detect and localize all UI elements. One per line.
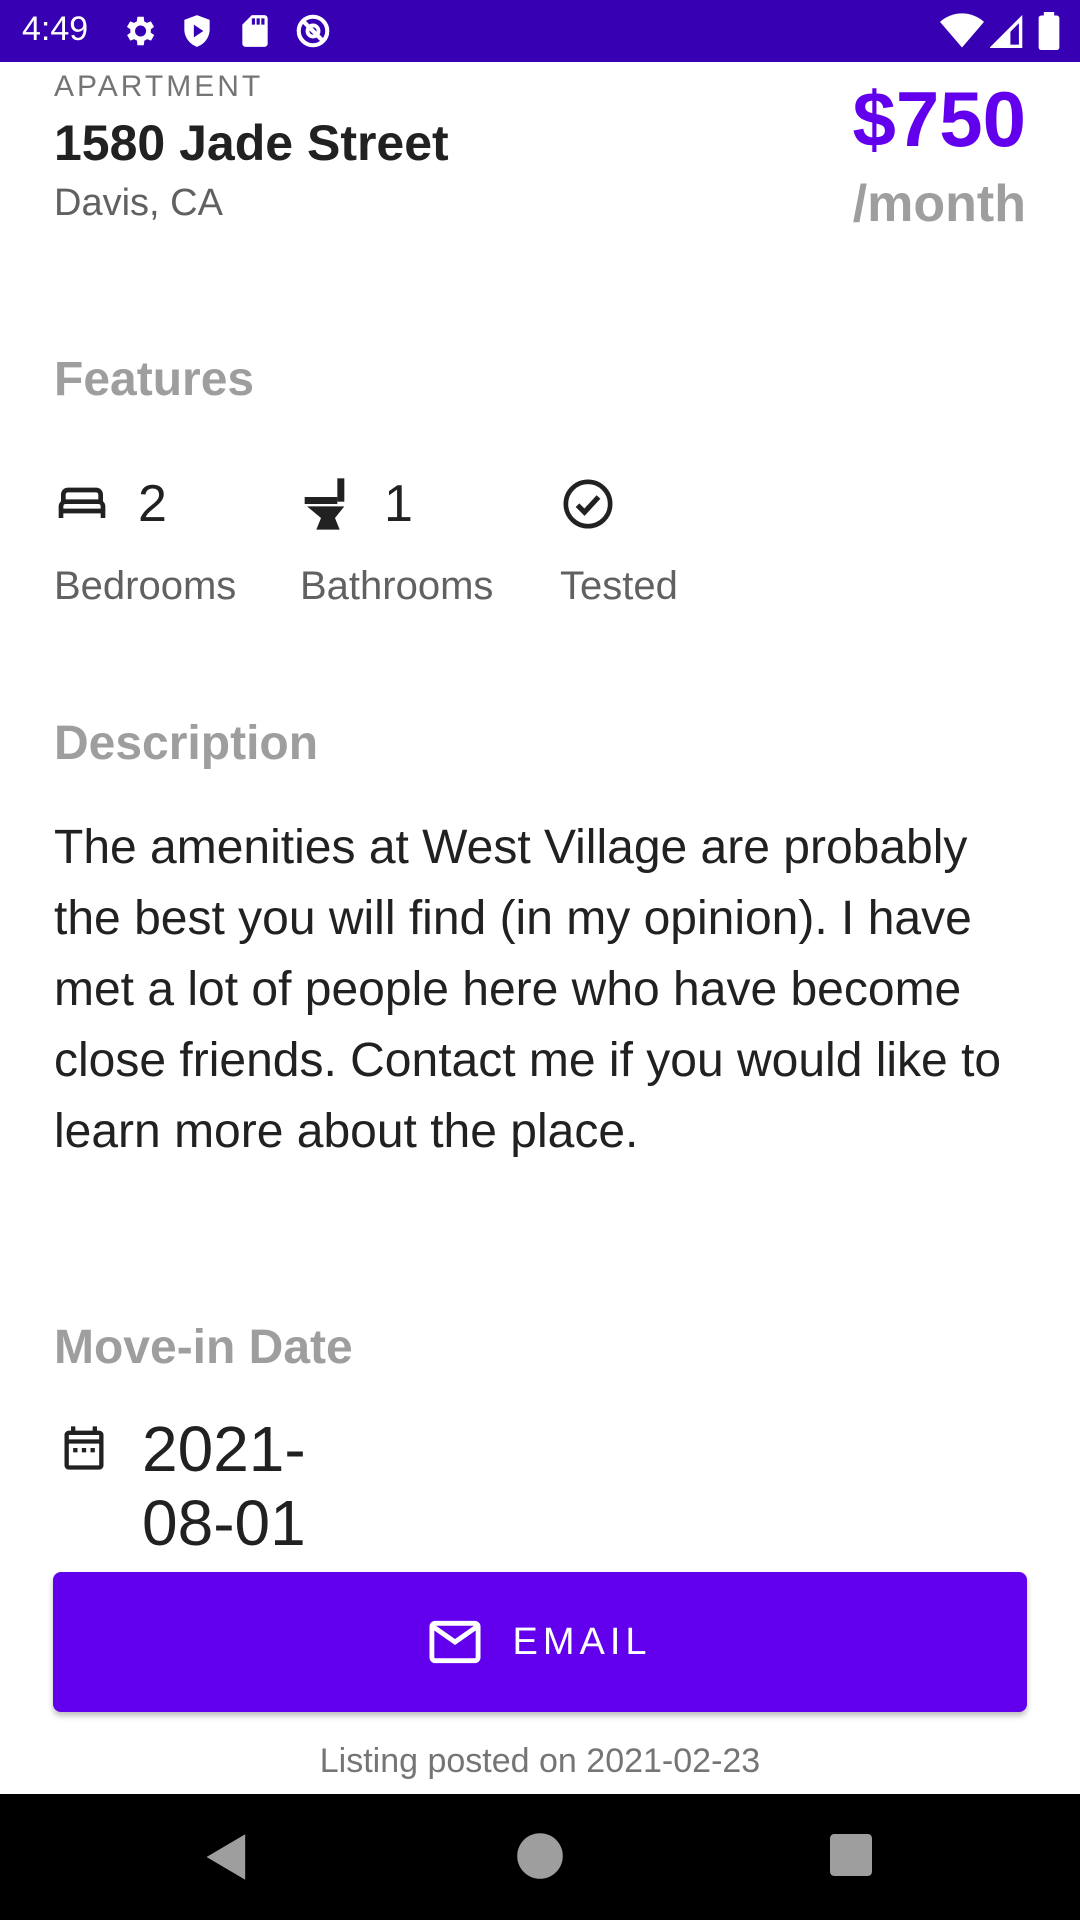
listing-city: Davis, CA	[54, 182, 223, 224]
mail-icon	[429, 1620, 481, 1664]
email-button[interactable]: EMAIL	[53, 1572, 1027, 1712]
status-time: 4:49	[22, 10, 89, 48]
features-title: Features	[54, 353, 255, 406]
bed-icon	[58, 487, 106, 518]
description-text: The amenities at West Village are probab…	[54, 821, 1002, 1158]
listing-details: APARTMENT 1580 Jade Street Davis, CA $75…	[0, 62, 1080, 1794]
tested-label: Tested	[560, 564, 678, 608]
bedrooms-label: Bedrooms	[54, 564, 237, 608]
listing-address: 1580 Jade Street	[54, 115, 449, 171]
description-title: Description	[54, 717, 319, 770]
bathrooms-label: Bathrooms	[300, 564, 494, 608]
shield-play-icon	[184, 15, 210, 47]
price-period: /month	[852, 175, 1026, 233]
bathrooms-count: 1	[384, 475, 413, 533]
check-circle-icon	[563, 479, 613, 529]
move-in-title: Move-in Date	[54, 1321, 353, 1374]
status-bar: 4:49	[0, 0, 1080, 62]
home-icon[interactable]	[516, 1832, 564, 1880]
at-sign-icon	[296, 14, 330, 48]
email-button-label: EMAIL	[512, 1620, 652, 1663]
recents-icon[interactable]	[830, 1834, 872, 1876]
toilet-icon	[304, 478, 345, 530]
battery-icon	[1038, 12, 1060, 50]
move-in-date: 2021-08-01	[142, 1413, 306, 1559]
sd-card-icon	[242, 15, 268, 47]
signal-icon	[990, 14, 1023, 48]
settings-icon	[126, 16, 155, 46]
navigation-bar	[0, 1794, 1080, 1920]
calendar-icon	[64, 1426, 104, 1470]
listing-posted-date: Listing posted on 2021-02-23	[319, 1742, 761, 1780]
listing-price: $750	[852, 75, 1026, 163]
listing-type: APARTMENT	[54, 70, 264, 103]
back-icon[interactable]	[204, 1832, 250, 1882]
bedrooms-count: 2	[138, 475, 167, 533]
wifi-icon	[940, 13, 984, 48]
